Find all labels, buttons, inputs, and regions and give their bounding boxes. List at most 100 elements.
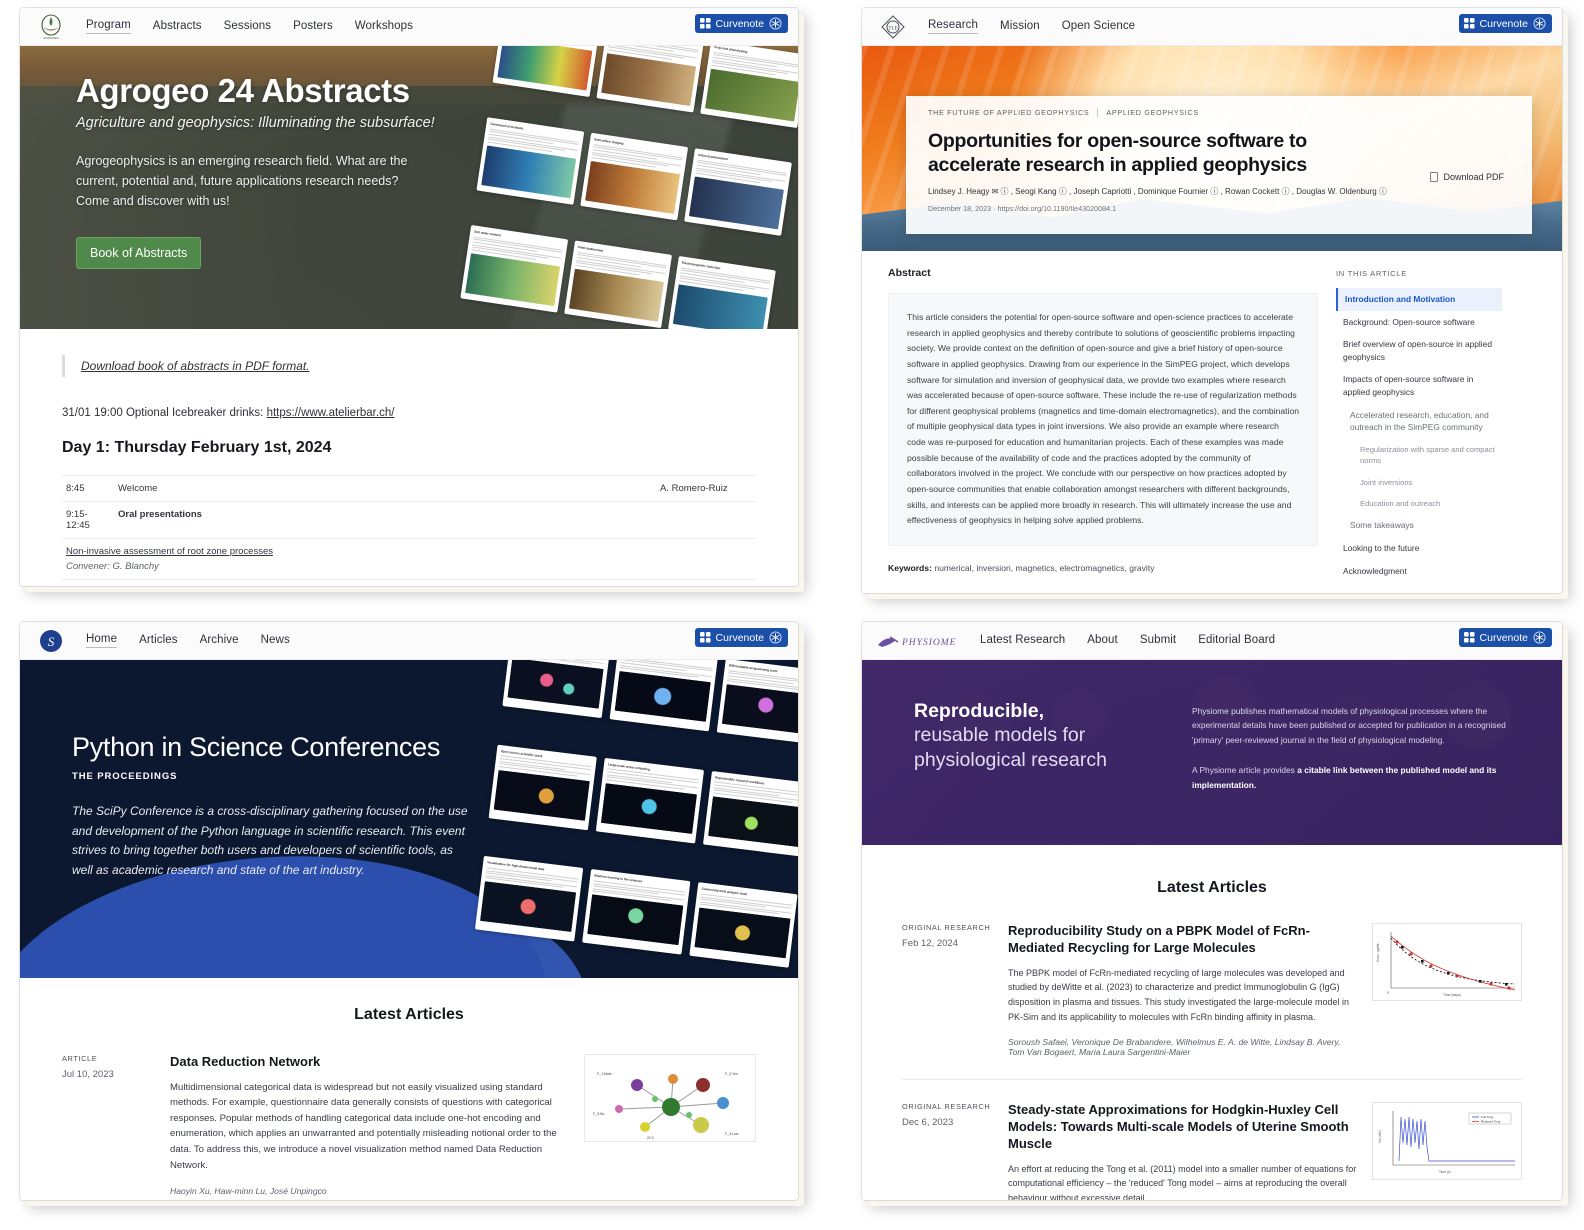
curvenote-logo-icon — [700, 632, 711, 643]
toc-item-impacts[interactable]: Impacts of open-source software in appli… — [1336, 368, 1502, 403]
curvenote-label: Curvenote — [1480, 632, 1528, 644]
kicker-secondary[interactable]: APPLIED GEOPHYSICS — [1097, 108, 1199, 117]
curvenote-badge[interactable]: Curvenote — [1459, 628, 1552, 647]
keywords-values[interactable]: numerical, inversion, magnetics, electro… — [934, 563, 1154, 573]
nav-link-abstracts[interactable]: Abstracts — [153, 20, 202, 34]
nav-links-tle: Research Mission Open Science — [928, 19, 1135, 34]
physiome-logo[interactable]: PHYSIOME — [876, 627, 962, 655]
nav-link-archive[interactable]: Archive — [200, 634, 239, 648]
curvenote-star-icon — [769, 17, 782, 30]
session-title[interactable]: Non-invasive assessment of root zone pro… — [66, 546, 752, 557]
session-cell: Non-invasive assessment of root zone pro… — [62, 539, 756, 580]
panel-scipy-proceedings[interactable]: S Home Articles Archive News Curvenote — [20, 622, 798, 1200]
download-abstracts-callout[interactable]: Download book of abstracts in PDF format… — [62, 355, 756, 377]
article-summary: Multidimensional categorical data is wid… — [170, 1080, 568, 1173]
icebreaker-link[interactable]: https://www.atelierbar.ch/ — [267, 407, 395, 419]
curvenote-star-icon — [769, 631, 782, 644]
curvenote-logo-icon — [700, 18, 711, 29]
thumbnail: Community-built analysis tools — [689, 882, 797, 968]
legend-label-2: Reduced Tong — [1481, 1120, 1501, 1124]
navbar-tle: TLE Research Mission Open Science Curven… — [862, 8, 1562, 46]
nav-link-sessions[interactable]: Sessions — [224, 20, 271, 34]
article-doi-line[interactable]: December 18, 2023 · https://doi.org/10.1… — [928, 204, 1510, 213]
article-body: Reproducibility Study on a PBPK Model of… — [1008, 923, 1358, 1057]
nav-link-submit[interactable]: Submit — [1140, 634, 1176, 648]
toc-item-regularization[interactable]: Regularization with sparse and compact n… — [1336, 439, 1502, 472]
abstract-label: Abstract — [888, 267, 1318, 279]
article-title[interactable]: Steady-state Approximations for Hodgkin-… — [1008, 1102, 1358, 1153]
panel1-body: Download book of abstracts in PDF format… — [20, 329, 798, 586]
svg-text:PHYSIOME: PHYSIOME — [901, 638, 956, 648]
download-pdf-label: Download PDF — [1443, 172, 1504, 182]
curvenote-badge[interactable]: Curvenote — [1459, 14, 1552, 33]
article-title[interactable]: Reproducibility Study on a PBPK Model of… — [1008, 923, 1358, 957]
toc-title: IN THIS ARTICLE — [1336, 269, 1502, 278]
panel3-body: Latest Articles ARTICLE Jul 10, 2023 Dat… — [20, 978, 798, 1196]
panel-agrogeo[interactable]: AGROGEO Program Abstracts Sessions Poste… — [20, 8, 798, 586]
nav-link-editorial-board[interactable]: Editorial Board — [1198, 634, 1275, 648]
article-type-badge: ARTICLE — [62, 1054, 154, 1063]
hero-scipy: Network visualization of categorical dat… — [20, 660, 798, 978]
tle-logo[interactable]: TLE — [876, 13, 910, 41]
toc-item-looking-future[interactable]: Looking to the future — [1336, 537, 1502, 560]
list-item[interactable]: ORIGINAL RESEARCH Feb 12, 2024 Reproduci… — [862, 897, 1562, 1057]
panel-applied-geophysics[interactable]: TLE Research Mission Open Science Curven… — [862, 8, 1562, 593]
toc-item-joint-inversions[interactable]: Joint inversions — [1336, 472, 1502, 493]
article-meta: ARTICLE Jul 10, 2023 — [62, 1054, 154, 1196]
hero-title-rest: reusable models for physiological resear… — [914, 723, 1144, 773]
nav-link-posters[interactable]: Posters — [293, 20, 333, 34]
svg-text:22.0: 22.0 — [647, 1136, 654, 1140]
panel4-body: Latest Articles ORIGINAL RESEARCH Feb 12… — [862, 845, 1562, 1200]
toc-item-acknowledgment[interactable]: Acknowledgment — [1336, 560, 1502, 583]
nav-link-latest-research[interactable]: Latest Research — [980, 634, 1065, 648]
article-summary: An effort at reducing the Tong et al. (2… — [1008, 1162, 1358, 1200]
latest-articles-heading: Latest Articles — [862, 879, 1562, 897]
nav-links-physiome: Latest Research About Submit Editorial B… — [980, 634, 1275, 648]
toc-item-intro[interactable]: Introduction and Motivation — [1336, 288, 1502, 311]
row-time[interactable]: 9:15 — [62, 580, 114, 587]
nav-link-articles[interactable]: Articles — [139, 634, 178, 648]
curvenote-logo-icon — [1464, 632, 1475, 643]
agrogeo-logo[interactable]: AGROGEO — [34, 13, 68, 41]
nav-link-program[interactable]: Program — [86, 19, 131, 34]
scipy-logo[interactable]: S — [34, 627, 68, 655]
toc-item-brief-overview[interactable]: Brief overview of open-source in applied… — [1336, 333, 1502, 368]
book-of-abstracts-button[interactable]: Book of Abstracts — [76, 237, 201, 269]
list-item[interactable]: ARTICLE Jul 10, 2023 Data Reduction Netw… — [20, 1024, 798, 1196]
day1-heading: Day 1: Thursday February 1st, 2024 — [62, 439, 756, 457]
session-convener: Convener: G. Blanchy — [66, 561, 752, 572]
panel-physiome[interactable]: PHYSIOME Latest Research About Submit Ed… — [862, 622, 1562, 1200]
article-header-card: THE FUTURE OF APPLIED GEOPHYSICS APPLIED … — [906, 96, 1532, 234]
latest-articles-heading: Latest Articles — [20, 1006, 798, 1024]
toc-item-some-takeaways[interactable]: Some takeaways — [1336, 514, 1502, 537]
row-title[interactable]: Monitoring and modelling root-zone proce… — [114, 580, 656, 587]
navbar-scipy: S Home Articles Archive News Curvenote — [20, 622, 798, 660]
toc-item-background[interactable]: Background: Open-source software — [1336, 311, 1502, 334]
thumbnail: Field deployment — [564, 240, 672, 328]
nav-link-open-science[interactable]: Open Science — [1062, 20, 1135, 34]
toc-item-accelerated-research[interactable]: Accelerated research, education, and out… — [1336, 404, 1502, 439]
nav-link-research[interactable]: Research — [928, 19, 978, 34]
hero-agrogeo: Electrical resistivity survey Time-lapse… — [20, 46, 798, 329]
svg-text:F_1:Male: F_1:Male — [597, 1072, 612, 1076]
page-title: Python in Science Conferences — [72, 732, 472, 763]
article-title[interactable]: Data Reduction Network — [170, 1054, 568, 1071]
curvenote-badge[interactable]: Curvenote — [695, 628, 788, 647]
nav-link-mission[interactable]: Mission — [1000, 20, 1040, 34]
nav-link-home[interactable]: Home — [86, 633, 117, 648]
curvenote-badge[interactable]: Curvenote — [695, 14, 788, 33]
kicker-primary[interactable]: THE FUTURE OF APPLIED GEOPHYSICS — [928, 108, 1089, 117]
article-figure: Conc. ug/mL 0 Time (days) — [1372, 923, 1522, 1057]
list-item[interactable]: ORIGINAL RESEARCH Dec 6, 2023 Steady-sta… — [902, 1079, 1522, 1200]
nav-link-workshops[interactable]: Workshops — [355, 20, 413, 34]
schedule-table: 8:45 Welcome A. Romero-Ruiz 9:15- 12:45 … — [62, 475, 756, 586]
article-authors[interactable]: Lindsey J. Heagy ✉ ⓘ , Seogi Kang ⓘ , Jo… — [928, 186, 1510, 197]
nav-link-about[interactable]: About — [1087, 634, 1118, 648]
toc-item-education-outreach[interactable]: Education and outreach — [1336, 493, 1502, 514]
nav-link-news[interactable]: News — [261, 634, 290, 648]
svg-text:0: 0 — [1387, 991, 1389, 995]
download-pdf-button[interactable]: Download PDF — [1430, 172, 1504, 182]
hero-tle: THE FUTURE OF APPLIED GEOPHYSICS APPLIED … — [862, 46, 1562, 251]
thumbnail: Scalable data pipelines in Python — [610, 660, 718, 731]
row-who: A. Romero-Ruiz — [656, 476, 756, 502]
